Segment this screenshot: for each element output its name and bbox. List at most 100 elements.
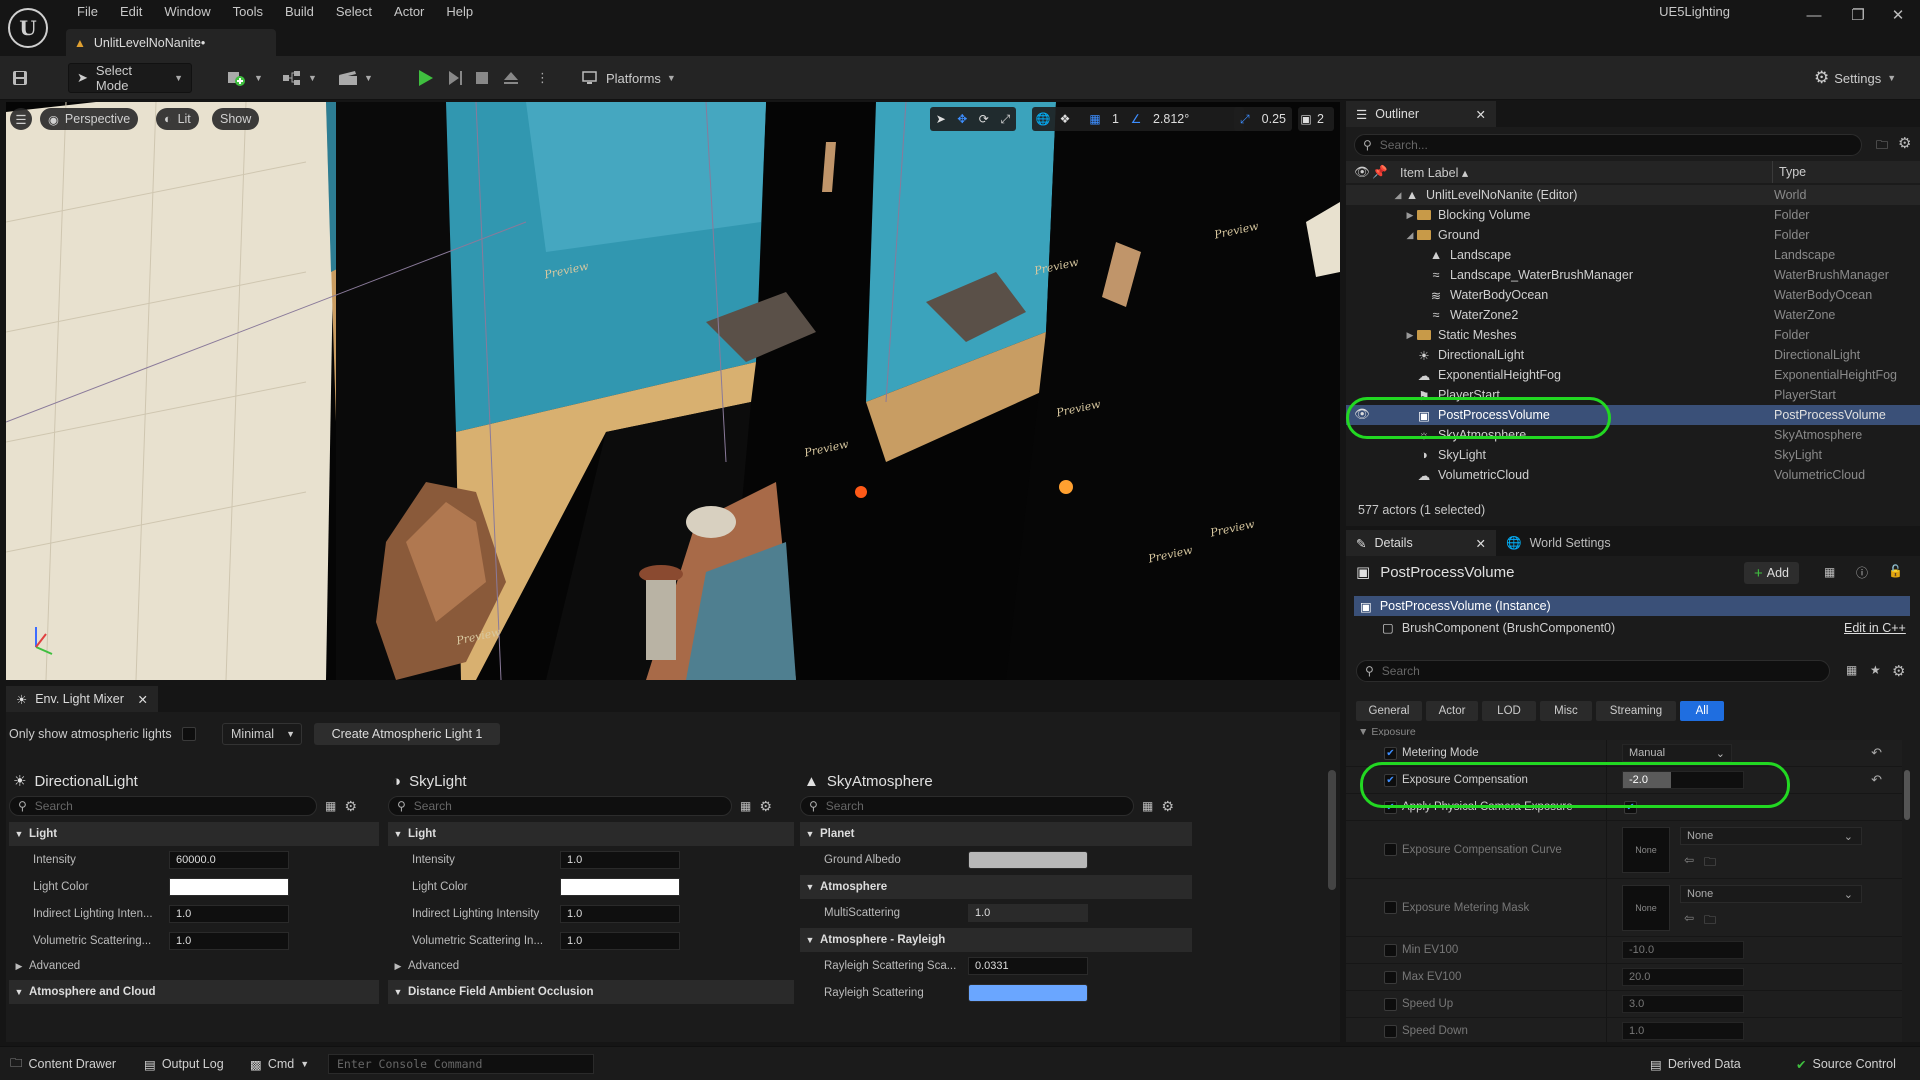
- view-mode-dropdown[interactable]: Minimal ▼: [222, 723, 302, 745]
- use-selected-icon[interactable]: ⇦: [1684, 853, 1694, 867]
- viewport-menu-icon[interactable]: ☰: [10, 108, 32, 130]
- atmosphere-search-input[interactable]: ⚲ Search: [800, 796, 1134, 816]
- curve-thumbnail[interactable]: None: [1622, 827, 1670, 873]
- console-input[interactable]: Enter Console Command: [328, 1054, 594, 1074]
- visibility-icon[interactable]: 👁: [1354, 407, 1370, 422]
- column-item-label[interactable]: Item Label ▴: [1400, 165, 1468, 180]
- directional-indirect-input[interactable]: 1.0: [169, 904, 289, 923]
- scale-snap-value[interactable]: 0.25: [1256, 112, 1292, 126]
- table-view-icon[interactable]: ▦: [740, 799, 751, 813]
- close-window-icon[interactable]: ✕: [1876, 0, 1920, 30]
- directional-advanced-row[interactable]: ▶ Advanced: [9, 954, 379, 978]
- menu-select[interactable]: Select: [325, 2, 383, 22]
- output-log-button[interactable]: ▤ Output Log: [144, 1047, 224, 1080]
- tree-row-actor[interactable]: ◑ SkyLight SkyLight: [1346, 445, 1920, 465]
- mask-thumbnail[interactable]: None: [1622, 885, 1670, 931]
- surface-snap-icon[interactable]: ❖: [1054, 108, 1076, 130]
- tree-row-actor[interactable]: ≋ WaterBodyOcean WaterBodyOcean: [1346, 285, 1920, 305]
- restore-icon[interactable]: ❐: [1836, 0, 1880, 30]
- level-viewport[interactable]: Preview Preview Preview Preview Preview …: [6, 102, 1340, 680]
- column-type[interactable]: Type: [1772, 161, 1806, 183]
- skylight-dfao-section[interactable]: ▼ Distance Field Ambient Occlusion: [388, 980, 794, 1004]
- add-component-button[interactable]: + Add: [1744, 562, 1800, 584]
- browse-icon[interactable]: 🗀: [1704, 853, 1716, 874]
- lit-button[interactable]: ◐ Lit: [156, 108, 199, 130]
- menu-actor[interactable]: Actor: [383, 2, 435, 22]
- tree-row-actor[interactable]: ≈ WaterZone2 WaterZone: [1346, 305, 1920, 325]
- directional-color-swatch[interactable]: [169, 877, 289, 896]
- metering-mask-checkbox[interactable]: [1384, 901, 1397, 914]
- menu-build[interactable]: Build: [274, 2, 325, 22]
- tree-row-actor[interactable]: ☁ VolumetricCloud VolumetricCloud: [1346, 465, 1920, 485]
- gear-icon[interactable]: ⚙: [344, 798, 357, 815]
- edit-in-cpp-link[interactable]: Edit in C++: [1844, 621, 1906, 635]
- details-scrollbar[interactable]: [1904, 740, 1912, 1042]
- tree-row-world[interactable]: ◢ ▲ UnlitLevelNoNanite (Editor) World: [1346, 185, 1920, 205]
- cinematics-button[interactable]: ▼: [338, 63, 373, 93]
- gear-icon[interactable]: ⚙: [759, 798, 772, 815]
- filter-all[interactable]: All: [1680, 701, 1724, 721]
- eject-icon[interactable]: [502, 63, 520, 93]
- close-tab-icon[interactable]: ✕: [1476, 536, 1486, 551]
- menu-window[interactable]: Window: [153, 2, 221, 22]
- gear-icon[interactable]: ⚙: [1898, 134, 1911, 152]
- brush-component-row[interactable]: ▢ BrushComponent (BrushComponent0): [1382, 620, 1615, 636]
- visibility-icon[interactable]: 👁: [1354, 165, 1372, 180]
- cmd-dropdown[interactable]: ▩ Cmd ▼: [250, 1047, 309, 1080]
- angle-snap-value[interactable]: 2.812°: [1147, 112, 1195, 126]
- menu-edit[interactable]: Edit: [109, 2, 153, 22]
- details-search-input[interactable]: ⚲ Search: [1356, 660, 1830, 682]
- menu-file[interactable]: File: [66, 2, 109, 22]
- skylight-color-swatch[interactable]: [560, 877, 680, 896]
- curve-asset-dropdown[interactable]: None ⌄: [1680, 827, 1862, 845]
- atmosphere-planet-section[interactable]: ▼ Planet: [800, 822, 1192, 846]
- reset-icon[interactable]: ↶: [1871, 772, 1882, 788]
- expand-arrow-icon[interactable]: ▶: [1404, 330, 1416, 341]
- directional-atmosphere-section[interactable]: ▼ Atmosphere and Cloud: [9, 980, 379, 1004]
- tree-row-actor-selected[interactable]: 👁 ▣ PostProcessVolume PostProcessVolume: [1346, 405, 1920, 425]
- ground-albedo-swatch[interactable]: [968, 850, 1088, 869]
- platforms-button[interactable]: Platforms ▼: [582, 63, 676, 93]
- play-button[interactable]: [416, 63, 434, 93]
- speed-down-input[interactable]: 1.0: [1622, 1022, 1744, 1040]
- gear-icon[interactable]: ⚙: [1161, 798, 1174, 815]
- perspective-button[interactable]: ◉ Perspective: [40, 108, 139, 130]
- stop-icon[interactable]: [474, 63, 490, 93]
- section-exposure[interactable]: ▼ Exposure: [1358, 726, 1416, 736]
- blueprint-icon[interactable]: ▦: [1824, 565, 1835, 579]
- skylight-volumetric-input[interactable]: 1.0: [560, 931, 680, 950]
- create-atmospheric-light-button[interactable]: Create Atmospheric Light 1: [314, 723, 500, 745]
- speed-down-checkbox[interactable]: [1384, 1024, 1397, 1038]
- metering-mode-checkbox[interactable]: ✔: [1384, 746, 1397, 760]
- rayleigh-color-swatch[interactable]: [968, 983, 1088, 1002]
- outliner-search-input[interactable]: ⚲ Search...: [1354, 134, 1862, 156]
- select-tool-icon[interactable]: ➤: [930, 108, 952, 130]
- tree-row-folder[interactable]: ▶ Blocking Volume Folder: [1346, 205, 1920, 225]
- filter-streaming[interactable]: Streaming: [1596, 701, 1676, 721]
- angle-snap-icon[interactable]: ∠: [1125, 108, 1147, 130]
- menu-tools[interactable]: Tools: [222, 2, 274, 22]
- filter-general[interactable]: General: [1356, 701, 1422, 721]
- directional-light-section[interactable]: ▼ Light: [9, 822, 379, 846]
- filter-lod[interactable]: LOD: [1482, 701, 1536, 721]
- exposure-curve-checkbox[interactable]: [1384, 843, 1397, 856]
- tree-row-folder[interactable]: ▶ Static Meshes Folder: [1346, 325, 1920, 345]
- multiscattering-input[interactable]: 1.0: [968, 903, 1088, 922]
- tree-row-actor[interactable]: ☀ DirectionalLight DirectionalLight: [1346, 345, 1920, 365]
- scale-snap-icon[interactable]: ⤢: [1234, 108, 1256, 130]
- globe-icon[interactable]: 🌐: [1032, 108, 1054, 130]
- settings-button[interactable]: ⚙ Settings ▼: [1814, 63, 1896, 93]
- filter-misc[interactable]: Misc: [1540, 701, 1592, 721]
- tree-row-actor[interactable]: ▲ Landscape Landscape: [1346, 245, 1920, 265]
- level-tab[interactable]: ▲ UnlitLevelNoNanite•: [66, 29, 276, 56]
- collapse-arrow-icon[interactable]: ◢: [1404, 230, 1416, 241]
- min-ev-checkbox[interactable]: [1384, 943, 1397, 957]
- select-mode-dropdown[interactable]: ➤ Select Mode ▼: [68, 63, 192, 93]
- mixer-tab[interactable]: ☀ Env. Light Mixer ✕: [6, 686, 158, 712]
- camera-speed[interactable]: ▣ 2: [1298, 107, 1334, 131]
- save-icon[interactable]: [12, 63, 28, 93]
- step-frame-icon[interactable]: [446, 63, 464, 93]
- skylight-search-input[interactable]: ⚲ Search: [388, 796, 732, 816]
- rayleigh-section[interactable]: ▼ Atmosphere - Rayleigh: [800, 928, 1192, 952]
- table-view-icon[interactable]: ▦: [325, 799, 336, 813]
